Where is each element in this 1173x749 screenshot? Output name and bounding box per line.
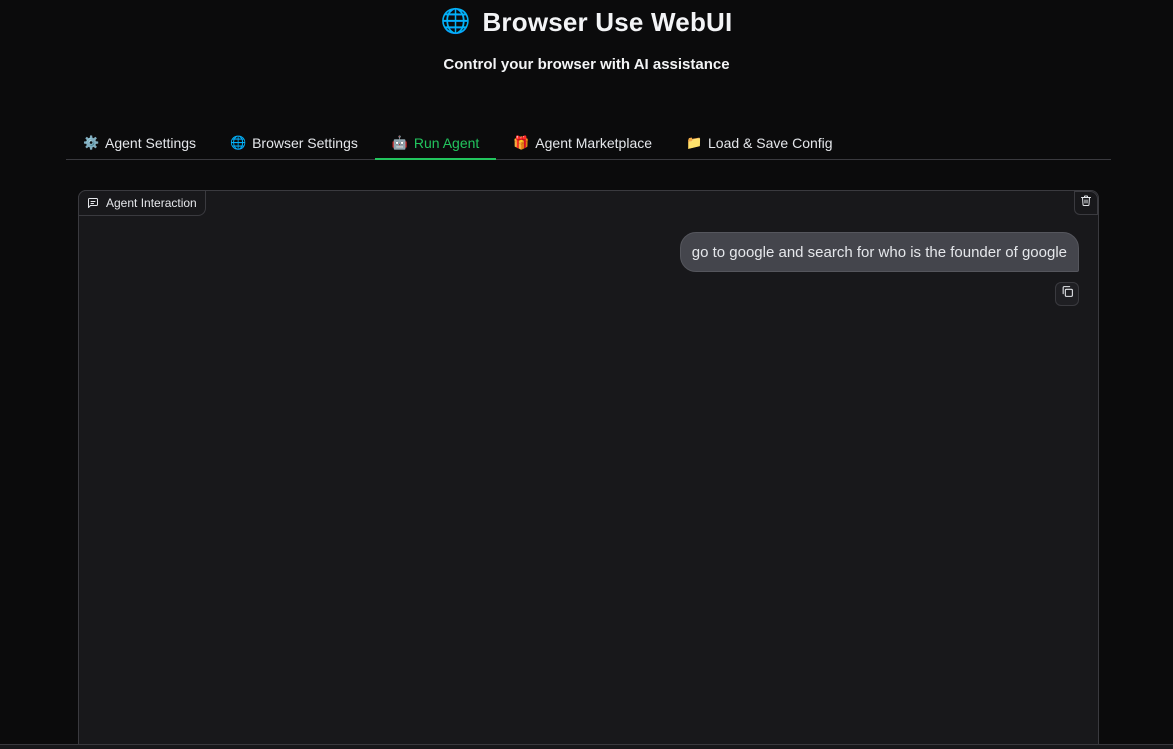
tab-bar: ⚙️ Agent Settings 🌐 Browser Settings 🤖 R… — [66, 126, 1111, 160]
trash-icon — [1080, 194, 1092, 212]
tab-agent-settings[interactable]: ⚙️ Agent Settings — [66, 126, 213, 159]
tab-label: Run Agent — [413, 134, 480, 151]
chat-panel-label: Agent Interaction — [78, 190, 206, 216]
gift-icon: 🎁 — [513, 134, 530, 150]
title-row: 🌐 Browser Use WebUI — [0, 4, 1173, 40]
tab-load-save-config[interactable]: 📁 Load & Save Config — [669, 126, 850, 159]
gear-icon: ⚙️ — [83, 134, 100, 150]
tab-browser-settings[interactable]: 🌐 Browser Settings — [213, 126, 375, 159]
app-root: 🌐 Browser Use WebUI Control your browser… — [0, 0, 1173, 749]
clear-chat-button[interactable] — [1074, 191, 1098, 215]
tab-label: Agent Marketplace — [535, 134, 653, 151]
chat-icon — [87, 197, 99, 209]
robot-icon: 🤖 — [391, 134, 409, 150]
page-subtitle: Control your browser with AI assistance — [443, 56, 730, 73]
bottom-divider — [0, 744, 1173, 749]
folder-icon: 📁 — [686, 134, 703, 150]
copy-icon — [1061, 285, 1074, 303]
user-message: go to google and search for who is the f… — [679, 232, 1079, 272]
page-title: Browser Use WebUI — [482, 6, 733, 37]
tab-agent-marketplace[interactable]: 🎁 Agent Marketplace — [496, 126, 669, 159]
copy-message-button[interactable] — [1055, 282, 1079, 306]
tab-run-agent[interactable]: 🤖 Run Agent — [374, 126, 497, 160]
tab-label: Load & Save Config — [708, 134, 833, 151]
chat-panel: Agent Interaction go to google and searc… — [78, 190, 1099, 749]
chat-panel-title: Agent Interaction — [106, 196, 197, 210]
tab-label: Browser Settings — [252, 134, 358, 151]
globe-icon: 🌐 — [440, 8, 471, 35]
tab-label: Agent Settings — [105, 134, 197, 151]
globe-icon: 🌐 — [230, 134, 247, 150]
